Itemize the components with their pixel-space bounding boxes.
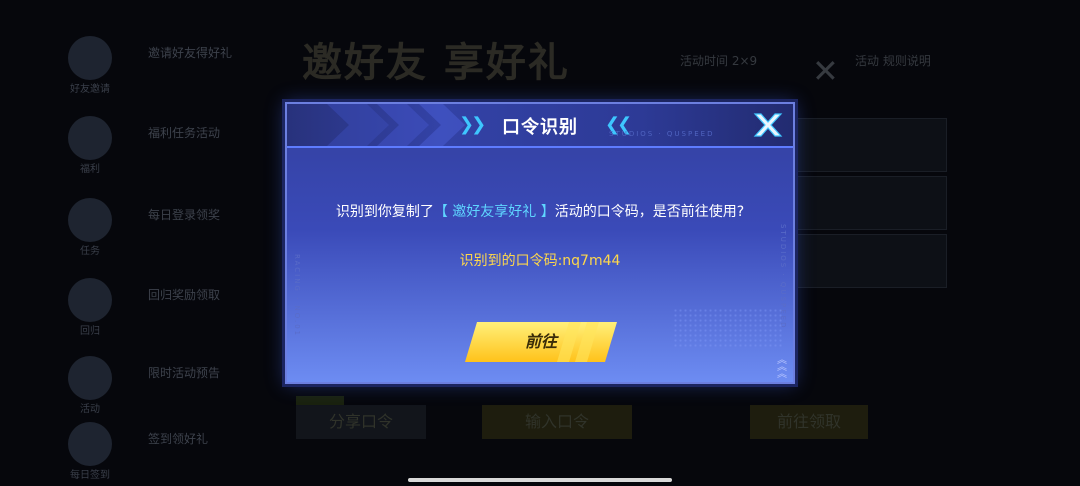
recognized-code: 识别到的口令码:nq7m44	[287, 250, 793, 270]
message-text: 活动的口令码，是否前往使用?	[554, 204, 745, 220]
dialog-header: ❯❯ 口令识别 ❮❮ STUDIOS · QUSPEED	[287, 104, 793, 148]
sidebar-text: 限时活动预告	[148, 366, 221, 380]
code-recognition-dialog: ❯❯ 口令识别 ❮❮ STUDIOS · QUSPEED RACING · NO…	[285, 102, 795, 384]
sidebar-item: 活动 限时活动预告	[60, 350, 255, 415]
arrows-up-icon: ︽ ︽ ︽	[777, 355, 787, 380]
activity-name-highlight: 【 邀好友享好礼 】	[433, 204, 555, 220]
sidebar-item: 好友邀请 邀请好友得好礼	[60, 30, 255, 95]
sidebar-caption: 回归	[80, 326, 100, 337]
sidebar-caption: 好友邀请	[70, 84, 110, 95]
dot-pattern-decoration	[673, 308, 783, 348]
sidebar-item: 回归 回归奖励领取	[60, 272, 255, 337]
home-indicator[interactable]	[408, 478, 672, 482]
background-panel	[795, 176, 947, 230]
sidebar-text: 每日登录领奖	[148, 208, 221, 222]
sidebar-text: 福利任务活动	[148, 126, 221, 140]
background-share-button: 分享口令	[296, 405, 426, 439]
header-small-text: STUDIOS · QUSPEED	[609, 130, 715, 138]
message-text: 识别到你复制了	[335, 204, 434, 220]
sidebar-item: 福利 福利任务活动	[60, 110, 255, 175]
sidebar-item: 每日签到 签到领好礼	[60, 416, 255, 481]
sidebar-icon	[68, 422, 112, 466]
close-icon[interactable]	[751, 108, 785, 142]
code-label: 识别到的口令码:	[459, 253, 563, 269]
sidebar-text: 邀请好友得好礼	[148, 46, 233, 60]
go-button[interactable]: 前往	[465, 322, 617, 362]
sidebar-icon	[68, 198, 112, 242]
background-panel	[795, 118, 947, 172]
sidebar-icon	[68, 116, 112, 160]
go-button-label: 前往	[524, 332, 557, 351]
sidebar-caption: 活动	[80, 404, 100, 415]
sidebar-icon	[68, 356, 112, 400]
background-close-icon: ✕	[812, 52, 839, 90]
code-value: nq7m44	[562, 253, 621, 269]
background-activity-time: 活动时间 2×9	[680, 54, 758, 68]
background-claim-button: 前往领取	[750, 405, 868, 439]
sidebar-caption: 每日签到	[70, 470, 110, 481]
sidebar-caption: 任务	[80, 246, 100, 257]
sidebar-icon	[68, 36, 112, 80]
sidebar-caption: 福利	[80, 164, 100, 175]
sidebar-item: 任务 每日登录领奖	[60, 192, 255, 257]
sidebar-text: 回归奖励领取	[148, 288, 221, 302]
background-input-button: 输入口令	[482, 405, 632, 439]
sidebar-text: 签到领好礼	[148, 432, 209, 446]
background-rules-link: 活动 规则说明	[855, 54, 931, 68]
dialog-title: 口令识别	[502, 117, 578, 138]
background-title: 邀好友 享好礼	[302, 40, 570, 86]
background-sidebar: 好友邀请 邀请好友得好礼 福利 福利任务活动 任务 每日登录领奖 回归 回归奖励…	[60, 0, 255, 486]
background-panel	[795, 234, 947, 288]
dialog-message: 识别到你复制了【 邀好友享好礼 】活动的口令码，是否前往使用?	[327, 203, 753, 221]
sidebar-icon	[68, 278, 112, 322]
